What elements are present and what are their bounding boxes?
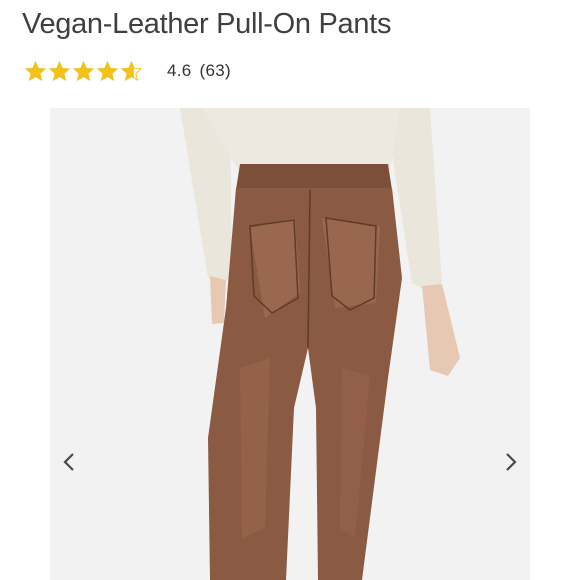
star-icon: [48, 60, 71, 82]
chevron-left-icon: [63, 453, 74, 471]
gallery-next-button[interactable]: [497, 444, 525, 480]
rating-row[interactable]: 4.6 (63): [24, 58, 231, 84]
star-icon: [96, 60, 119, 82]
product-title: Vegan-Leather Pull-On Pants: [22, 8, 392, 40]
gallery-prev-button[interactable]: [55, 444, 83, 480]
star-icon: [120, 60, 143, 82]
star-icon: [24, 60, 47, 82]
star-rating: [24, 60, 143, 82]
product-image-gallery[interactable]: [50, 108, 530, 580]
review-count[interactable]: (63): [200, 61, 231, 80]
rating-summary: 4.6 (63): [167, 61, 231, 81]
star-icon: [72, 60, 95, 82]
product-photo: [50, 108, 530, 580]
rating-value: 4.6: [167, 61, 192, 80]
chevron-right-icon: [506, 453, 517, 471]
